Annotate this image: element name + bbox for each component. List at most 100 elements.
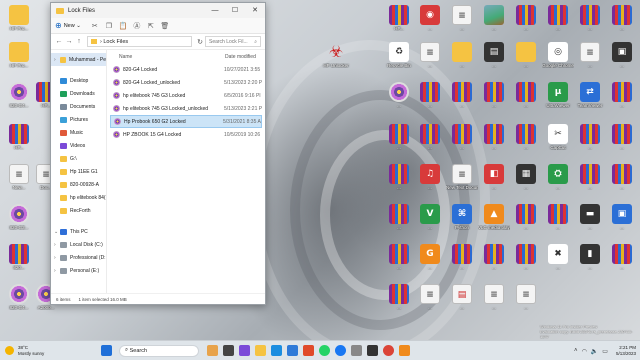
desktop-icon[interactable]: ... (414, 124, 446, 150)
nav-item-desktop[interactable]: Desktop (51, 74, 106, 87)
app-icon[interactable] (398, 345, 410, 356)
minimize-button[interactable]: — (205, 3, 225, 18)
desktop-icon[interactable]: ... (542, 204, 574, 230)
column-date-modified[interactable]: Date modified (225, 54, 265, 60)
nav-item-folder[interactable]: 820-00928-A (51, 178, 106, 191)
desktop-icon[interactable]: ▣... (606, 42, 638, 68)
desktop-icon[interactable]: ≡... (478, 284, 510, 310)
file-row[interactable]: 820-G4 Locked 10/27/2021 3:55 (110, 63, 262, 76)
desktop-icon[interactable]: ... (414, 82, 446, 108)
desktop-icon[interactable]: ... (574, 5, 606, 31)
desktop-icon[interactable]: ▬... (574, 204, 606, 230)
desktop-icon[interactable]: ... (510, 42, 542, 68)
desktop-icon[interactable]: ... (383, 244, 415, 270)
desktop-icon[interactable]: ... (446, 82, 478, 108)
desktop-icon[interactable]: ... (574, 124, 606, 150)
store-icon[interactable] (286, 345, 298, 356)
desktop-icon[interactable]: ... (510, 124, 542, 150)
desktop-icon[interactable]: ... (383, 82, 415, 108)
desktop-icon[interactable]: ... (510, 204, 542, 230)
nav-item-pictures[interactable]: Pictures (51, 113, 106, 126)
desktop-icon[interactable]: ≡... (414, 42, 446, 68)
desktop-icon[interactable]: HP Pro... (3, 5, 35, 31)
file-row[interactable]: HP ZBOOK 15 G4 Locked 10/5/2019 10:26 (110, 128, 262, 141)
desktop-icon[interactable]: V... (414, 204, 446, 230)
clock[interactable]: 2:21 PM 5/13/2023 (616, 345, 636, 357)
nav-item-folder[interactable]: RecForth (51, 204, 106, 217)
nav-item-personal-disk[interactable]: › Personal (E:) (51, 264, 106, 277)
desktop-icon[interactable]: ▣... (606, 204, 638, 230)
desktop-icon[interactable]: ... (383, 204, 415, 230)
desktop-icon[interactable]: HP... (3, 124, 35, 150)
desktop-icon[interactable]: ⇄ TeamViewer (574, 82, 606, 108)
desktop-icon[interactable]: ... (606, 124, 638, 150)
desktop-icon[interactable]: ... (383, 284, 415, 310)
desktop-icon[interactable]: ≡... (574, 42, 606, 68)
refresh-icon[interactable]: ↻ (195, 38, 205, 46)
file-row[interactable]: hp elitebook 745 G3 Locked 6/5/2016 9:16 … (110, 89, 262, 102)
rename-icon[interactable]: Ⓐ (131, 21, 143, 31)
up-icon[interactable]: ↑ (74, 38, 84, 45)
back-icon[interactable]: ← (54, 38, 64, 45)
nav-item-g-drive[interactable]: G:\ (51, 152, 106, 165)
desktop-icon[interactable]: ☣ HP Unlocker (320, 42, 352, 68)
desktop-icon[interactable]: ... (446, 124, 478, 150)
maximize-button[interactable]: ☐ (225, 3, 245, 18)
desktop-icon[interactable]: ... (510, 82, 542, 108)
desktop-icon[interactable]: ... (606, 82, 638, 108)
nav-item-downloads[interactable]: Downloads (51, 87, 106, 100)
weather-widget[interactable]: 38°C Mostly sunny (0, 345, 110, 356)
whatsapp-icon[interactable] (318, 345, 330, 356)
chrome-icon[interactable] (382, 345, 394, 356)
file-row-selected[interactable]: Hp Probook 650 G2 Locked 5/31/2021 8:35 A (110, 115, 262, 128)
desktop-icon[interactable]: 820-G3... (3, 204, 35, 230)
desktop-icon[interactable]: ... (478, 244, 510, 270)
desktop-icon[interactable]: ▤... (478, 42, 510, 68)
task-view-icon[interactable] (222, 345, 234, 356)
nav-item-music[interactable]: Music (51, 126, 106, 139)
desktop-icon[interactable]: µ UltraViewer (542, 82, 574, 108)
desktop-icon[interactable]: ▦... (510, 164, 542, 190)
desktop-icon[interactable]: ... (510, 5, 542, 31)
desktop-icon[interactable]: ... (478, 124, 510, 150)
desktop-icon[interactable]: ≡New Text Document (446, 164, 478, 190)
start-icon[interactable] (100, 345, 112, 356)
nav-item-local-disk[interactable]: › Local Disk (C:) (51, 238, 106, 251)
desktop-icon[interactable]: ... (383, 164, 415, 190)
desktop-icon[interactable]: ... (446, 42, 478, 68)
nav-item-folder[interactable]: hp elitebook 84( (51, 191, 106, 204)
file-explorer-window[interactable]: Lock Files — ☐ ✕ ⊕ New ⌄ ✂ ❐ 📋 Ⓐ ⇱ 🗑 ← → … (50, 2, 266, 305)
nav-item-this-pc[interactable]: ⌄ This PC (51, 225, 106, 238)
nav-item-professional-disk[interactable]: › Professional (D: (51, 251, 106, 264)
widgets-icon[interactable] (206, 345, 218, 356)
cut-icon[interactable]: ✂ (89, 22, 101, 30)
nav-item-videos[interactable]: Videos (51, 139, 106, 152)
taskbar-search[interactable]: ⌕ Search (119, 344, 199, 357)
teams-icon[interactable] (238, 345, 250, 356)
desktop-icon[interactable]: ▲VLC media player (478, 204, 510, 230)
title-bar[interactable]: Lock Files — ☐ ✕ (51, 3, 265, 18)
desktop-icon[interactable]: ... (606, 244, 638, 270)
nav-item-user-folder[interactable]: › Muhammad - Pe (51, 53, 106, 66)
battery-icon[interactable]: ▭ (602, 348, 608, 355)
address-bar[interactable]: › Lock Files (87, 36, 192, 47)
app-icon[interactable] (350, 345, 362, 356)
search-input[interactable]: Search Lock Fil... ⌕ (205, 36, 261, 47)
close-button[interactable]: ✕ (245, 3, 265, 18)
file-row[interactable]: hp elitebook 745 G3 Locked_unlocked 5/13/… (110, 102, 262, 115)
desktop-icon[interactable]: ... (574, 164, 606, 190)
new-button[interactable]: ⊕ New ⌄ (55, 21, 81, 30)
desktop-icon[interactable]: HP... (383, 5, 415, 31)
column-name[interactable]: Name (107, 54, 225, 60)
desktop-icon[interactable]: ... (606, 164, 638, 190)
app-icon[interactable] (302, 345, 314, 356)
desktop-icon[interactable]: G... (414, 244, 446, 270)
desktop-icon[interactable]: 820... (3, 244, 35, 270)
nav-item-documents[interactable]: Documents (51, 100, 106, 113)
desktop-icon[interactable]: HP Pro... (3, 42, 35, 68)
desktop-icon[interactable]: ... (478, 82, 510, 108)
desktop-icon[interactable]: ♫... (414, 164, 446, 190)
desktop-icon[interactable]: ♻ Recycle Bin (383, 42, 415, 68)
file-row[interactable]: 820-G4 Locked_unlocked 5/13/2023 2:20 P (110, 76, 262, 89)
wifi-icon[interactable]: ◠ (582, 348, 587, 355)
